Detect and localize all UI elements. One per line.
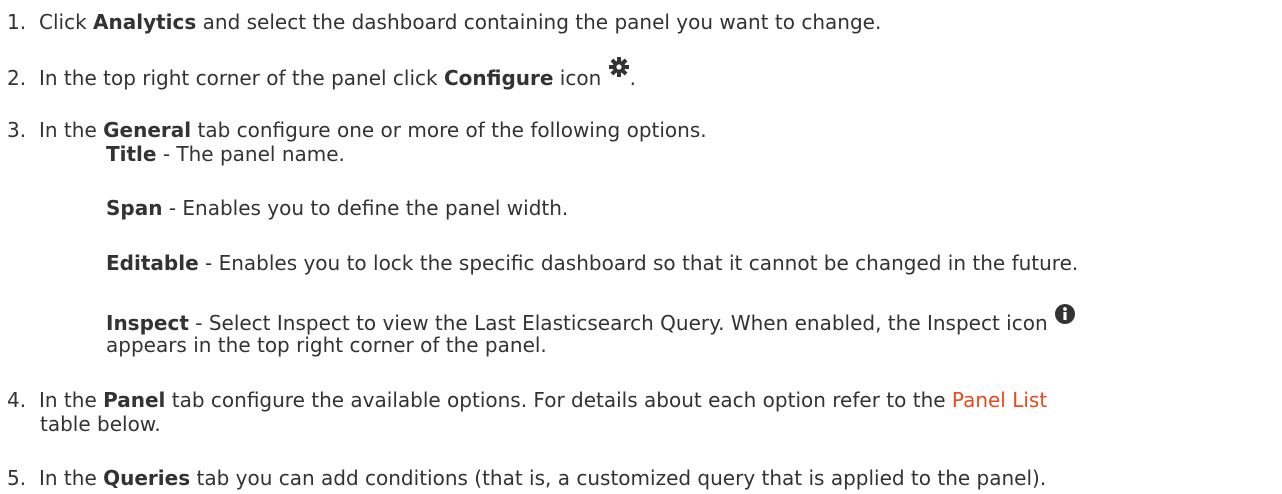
step-text: tab you can add conditions (that is, a c… [190, 466, 1047, 490]
option-text: appears in the top right corner of the p… [106, 333, 547, 357]
step-text: table below. [40, 412, 161, 436]
option-text: - Enables you to define the panel width. [162, 196, 569, 220]
analytics-label: Analytics [93, 10, 197, 34]
option-label: Inspect [106, 311, 189, 335]
info-icon [1054, 304, 1076, 336]
panel-list-link[interactable]: Panel List [952, 388, 1047, 412]
step-text: . [629, 66, 636, 90]
option-inspect: Inspect - Select Inspect to view the Las… [106, 304, 1076, 336]
queries-label: Queries [103, 466, 191, 490]
step-1: 1. Click Analytics and select the dashboa… [7, 10, 881, 34]
option-text: - Select Inspect to view the Last Elasti… [188, 311, 1054, 335]
step-text: In the [39, 466, 104, 490]
step-text: In the top right corner of the panel cli… [39, 66, 444, 90]
step-number: 5. [7, 466, 27, 490]
step-number: 4. [7, 388, 27, 412]
option-editable: Editable - Enables you to lock the speci… [106, 251, 1078, 275]
option-span: Span - Enables you to define the panel w… [106, 196, 568, 220]
step-4: 4. In the Panel tab configure the availab… [7, 388, 1047, 412]
step-5: 5. In the Queries tab you can add conditi… [7, 466, 1046, 490]
option-label: Editable [106, 251, 199, 275]
step-number: 3. [7, 118, 27, 142]
step-text: and select the dashboard containing the … [196, 10, 882, 34]
panel-label: Panel [103, 388, 166, 412]
step-text: icon [553, 66, 608, 90]
option-text: - The panel name. [156, 142, 345, 166]
step-3: 3. In the General tab configure one or mo… [7, 118, 707, 142]
step-text: tab configure one or more of the followi… [191, 118, 707, 142]
step-text: In the [39, 388, 104, 412]
step-text: Click [39, 10, 94, 34]
general-label: General [103, 118, 192, 142]
step-text: tab configure the available options. For… [165, 388, 952, 412]
step-text: In the [39, 118, 104, 142]
step-4-continuation: table below. [40, 412, 161, 436]
gear-icon [608, 57, 630, 91]
step-number: 1. [7, 10, 27, 34]
option-inspect-continuation: appears in the top right corner of the p… [106, 333, 547, 357]
step-number: 2. [7, 66, 27, 90]
option-label: Span [106, 196, 163, 220]
option-title: Title - The panel name. [106, 142, 345, 166]
step-2: 2. In the top right corner of the panel c… [7, 57, 636, 91]
option-text: - Enables you to lock the specific dashb… [198, 251, 1079, 275]
configure-label: Configure [443, 66, 554, 90]
option-label: Title [106, 142, 157, 166]
